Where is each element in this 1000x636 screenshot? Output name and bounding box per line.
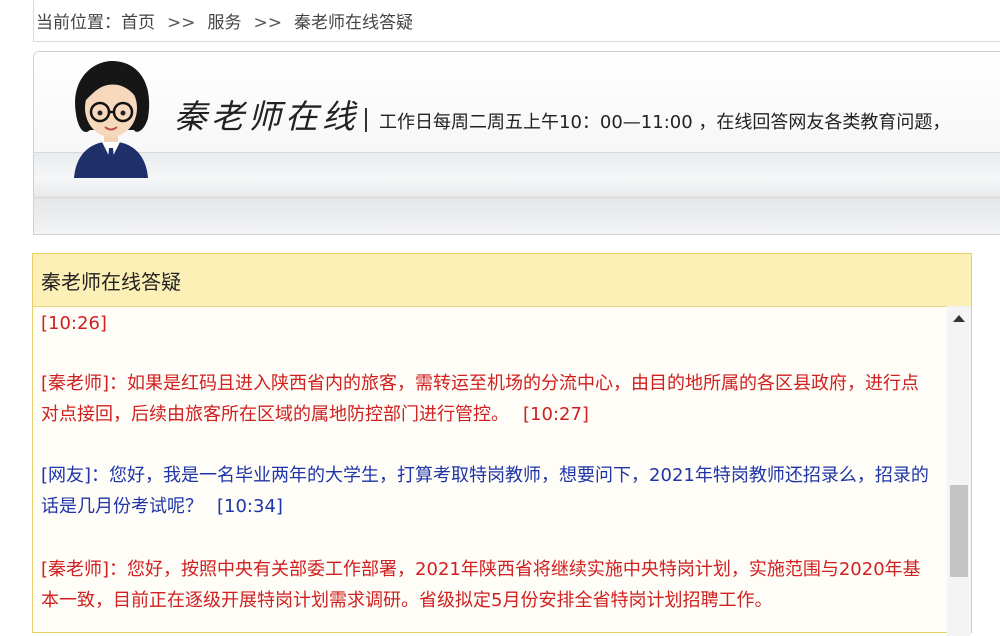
chat-message-netizen: [网友]：您好，我是一名毕业两年的大学生，打算考取特岗教师，想要问下，2021年… xyxy=(41,460,936,522)
banner-bottom-band xyxy=(34,198,1000,234)
qa-panel: 秦老师在线答疑 [10:26] [秦老师]：如果是红码且进入陕西省内的旅客，需转… xyxy=(32,253,972,636)
message-text: [秦老师]：如果是红码且进入陕西省内的旅客，需转运至机场的分流中心，由目的地所属… xyxy=(41,373,920,425)
chat-message-teacher: [秦老师]：您好，按照中央有关部委工作部署，2021年陕西省将继续实施中央特岗计… xyxy=(41,554,936,616)
breadcrumb: 当前位置：首页 >> 服务 >> 秦老师在线答疑 xyxy=(33,0,1000,42)
scroll-thumb[interactable] xyxy=(950,485,968,577)
banner-stripe xyxy=(34,152,1000,198)
breadcrumb-service-link[interactable]: 服务 xyxy=(208,13,242,33)
breadcrumb-home-link[interactable]: 首页 xyxy=(121,13,155,33)
chat-log[interactable]: [10:26] [秦老师]：如果是红码且进入陕西省内的旅客，需转运至机场的分流中… xyxy=(33,306,945,636)
chat-message-teacher: [秦老师]：如果是红码且进入陕西省内的旅客，需转运至机场的分流中心，由目的地所属… xyxy=(41,368,936,430)
message-text: [秦老师]：您好，按照中央有关部委工作部署，2021年陕西省将继续实施中央特岗计… xyxy=(41,559,921,611)
banner-description: 工作日每周二周五上午10：00—11:00 ，在线回答网友各类教育问题， xyxy=(379,112,951,133)
banner: 秦老师在线 工作日每周二周五上午10：00—11:00 ，在线回答网友各类教育问… xyxy=(33,51,1000,235)
chat-scrollbar[interactable] xyxy=(947,306,971,636)
panel-header: 秦老师在线答疑 xyxy=(33,254,971,307)
breadcrumb-label: 当前位置： xyxy=(36,13,121,33)
teacher-avatar xyxy=(74,60,150,178)
breadcrumb-separator: >> xyxy=(167,13,196,33)
message-text: [网友]：您好，我是一名毕业两年的大学生，打算考取特岗教师，想要问下，2021年… xyxy=(41,465,929,517)
breadcrumb-current: 秦老师在线答疑 xyxy=(294,13,413,33)
message-time: [10:26] xyxy=(41,313,107,334)
message-time: [10:34] xyxy=(217,496,283,517)
banner-divider xyxy=(365,108,367,132)
panel-title: 秦老师在线答疑 xyxy=(41,270,181,294)
breadcrumb-separator: >> xyxy=(253,13,283,33)
banner-title: 秦老师在线 xyxy=(174,97,359,136)
scroll-up-arrow-icon[interactable] xyxy=(953,315,965,322)
chat-message-timestamp: [10:26] xyxy=(41,308,936,339)
message-time: [10:27] xyxy=(523,404,589,425)
